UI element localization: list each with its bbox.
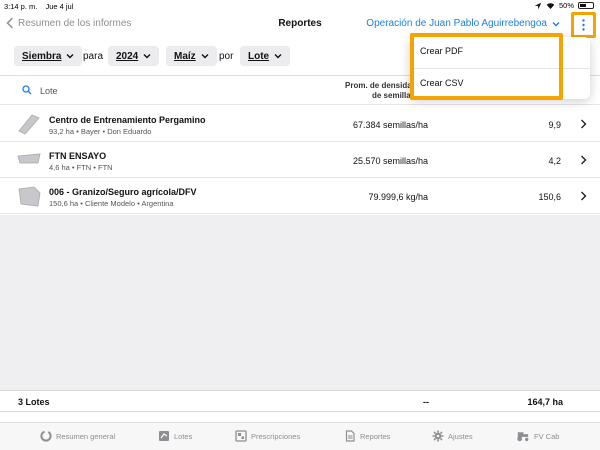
totals-row: 3 Lotes -- 164,7 ha xyxy=(0,390,600,412)
row-subtitle: 4,6 ha • FTN • FTN xyxy=(49,163,113,172)
tab-reportes[interactable]: Reportes xyxy=(344,430,390,442)
totals-count: 3 Lotes xyxy=(18,397,50,407)
row-name: Centro de Entrenamiento Pergamino xyxy=(49,115,206,125)
row-value: 4,2 xyxy=(548,156,561,166)
by-label: por xyxy=(219,51,234,62)
export-menu: Crear PDF Crear CSV xyxy=(410,37,590,99)
chevron-down-icon xyxy=(552,21,560,26)
table-row[interactable]: 006 - Granizo/Seguro agrícola/DFV 150,6 … xyxy=(0,178,600,214)
row-value: 150,6 xyxy=(538,192,561,202)
row-subtitle: 150,6 ha • Cliente Modelo • Argentina xyxy=(49,199,174,208)
crop-value: Maíz xyxy=(174,50,196,62)
chevron-down-icon xyxy=(201,54,209,59)
circle-progress-icon xyxy=(40,430,52,442)
row-subtitle: 93,2 ha • Bayer • Don Eduardo xyxy=(49,127,152,136)
menu-divider xyxy=(410,68,590,69)
wifi-icon xyxy=(546,2,555,9)
battery-percent: 50% xyxy=(558,1,574,10)
year-value: 2024 xyxy=(116,50,139,62)
row-name: 006 - Granizo/Seguro agrícola/DFV xyxy=(49,187,197,197)
chevron-down-icon xyxy=(66,54,74,59)
crop-dropdown[interactable]: Maíz xyxy=(166,46,217,66)
activity-dropdown[interactable]: Siembra xyxy=(14,46,83,66)
status-left: 3:14 p. m. Jue 4 jul xyxy=(4,2,79,11)
operation-selector[interactable]: Operación de Juan Pablo Aguirrebengoa xyxy=(366,18,560,29)
chevron-down-icon xyxy=(143,54,151,59)
tab-ajustes[interactable]: Ajustes xyxy=(432,430,473,442)
tab-label: Prescripciones xyxy=(251,431,301,441)
for-label: para xyxy=(83,51,104,62)
location-icon xyxy=(534,2,542,9)
row-name: FTN ENSAYO xyxy=(49,151,107,161)
search-input[interactable] xyxy=(40,83,240,99)
totals-area: 164,7 ha xyxy=(527,397,563,407)
row-density: 67.384 semillas/ha xyxy=(352,120,428,130)
tab-label: Reportes xyxy=(360,431,391,441)
field-shape-icon xyxy=(17,153,41,164)
operation-label: Operación de Juan Pablo Aguirrebengoa xyxy=(366,18,547,29)
gear-icon xyxy=(432,430,444,442)
search-icon xyxy=(22,85,32,95)
status-right: 50% xyxy=(534,1,594,10)
field-square-icon xyxy=(159,431,169,441)
tab-bar: Resumen general Lotes Prescripciones Rep… xyxy=(0,422,600,450)
fields-table: Centro de Entrenamiento Pergamino 93,2 h… xyxy=(0,106,600,214)
tab-label: Ajustes xyxy=(448,431,473,441)
empty-background xyxy=(0,215,600,390)
row-density: 79.999,6 kg/ha xyxy=(368,192,428,202)
totals-density: -- xyxy=(423,397,429,407)
row-value: 9,9 xyxy=(548,120,561,130)
table-row[interactable]: FTN ENSAYO 4,6 ha • FTN • FTN 25.570 sem… xyxy=(0,142,600,178)
tab-resumen-general[interactable]: Resumen general xyxy=(40,430,115,442)
group-dropdown[interactable]: Lote xyxy=(240,46,291,66)
nav-bar: Resumen de los informes Reportes Operaci… xyxy=(0,12,600,38)
tab-fv-cab[interactable]: FV Cab xyxy=(515,430,559,442)
document-icon xyxy=(345,430,355,442)
tractor-icon xyxy=(517,432,529,442)
more-options-button[interactable] xyxy=(571,12,596,38)
battery-icon xyxy=(578,2,594,9)
tab-lotes[interactable]: Lotes xyxy=(158,430,192,442)
menu-item-create-pdf[interactable]: Crear PDF xyxy=(420,46,463,56)
tab-label: Resumen general xyxy=(56,431,116,441)
menu-item-create-csv[interactable]: Crear CSV xyxy=(420,78,464,88)
chevron-right-icon xyxy=(581,119,587,129)
year-dropdown[interactable]: 2024 xyxy=(108,46,160,66)
row-density: 25.570 semillas/ha xyxy=(352,156,428,166)
prescription-grid-icon xyxy=(235,430,247,442)
field-shape-icon xyxy=(18,186,41,207)
status-bar: 3:14 p. m. Jue 4 jul 50% xyxy=(0,0,600,12)
tab-label: Lotes xyxy=(174,431,193,441)
field-shape-icon xyxy=(18,114,40,135)
status-time: 3:14 p. m. xyxy=(4,2,38,11)
vertical-ellipsis-icon xyxy=(582,19,585,31)
table-row[interactable]: Centro de Entrenamiento Pergamino 93,2 h… xyxy=(0,106,600,142)
tab-label: FV Cab xyxy=(534,431,560,441)
chevron-right-icon xyxy=(581,191,587,201)
chevron-down-icon xyxy=(274,54,282,59)
status-date: Jue 4 jul xyxy=(45,2,74,11)
chevron-right-icon xyxy=(581,155,587,165)
group-value: Lote xyxy=(248,50,270,62)
tab-prescripciones[interactable]: Prescripciones xyxy=(235,430,300,442)
activity-value: Siembra xyxy=(22,50,62,62)
